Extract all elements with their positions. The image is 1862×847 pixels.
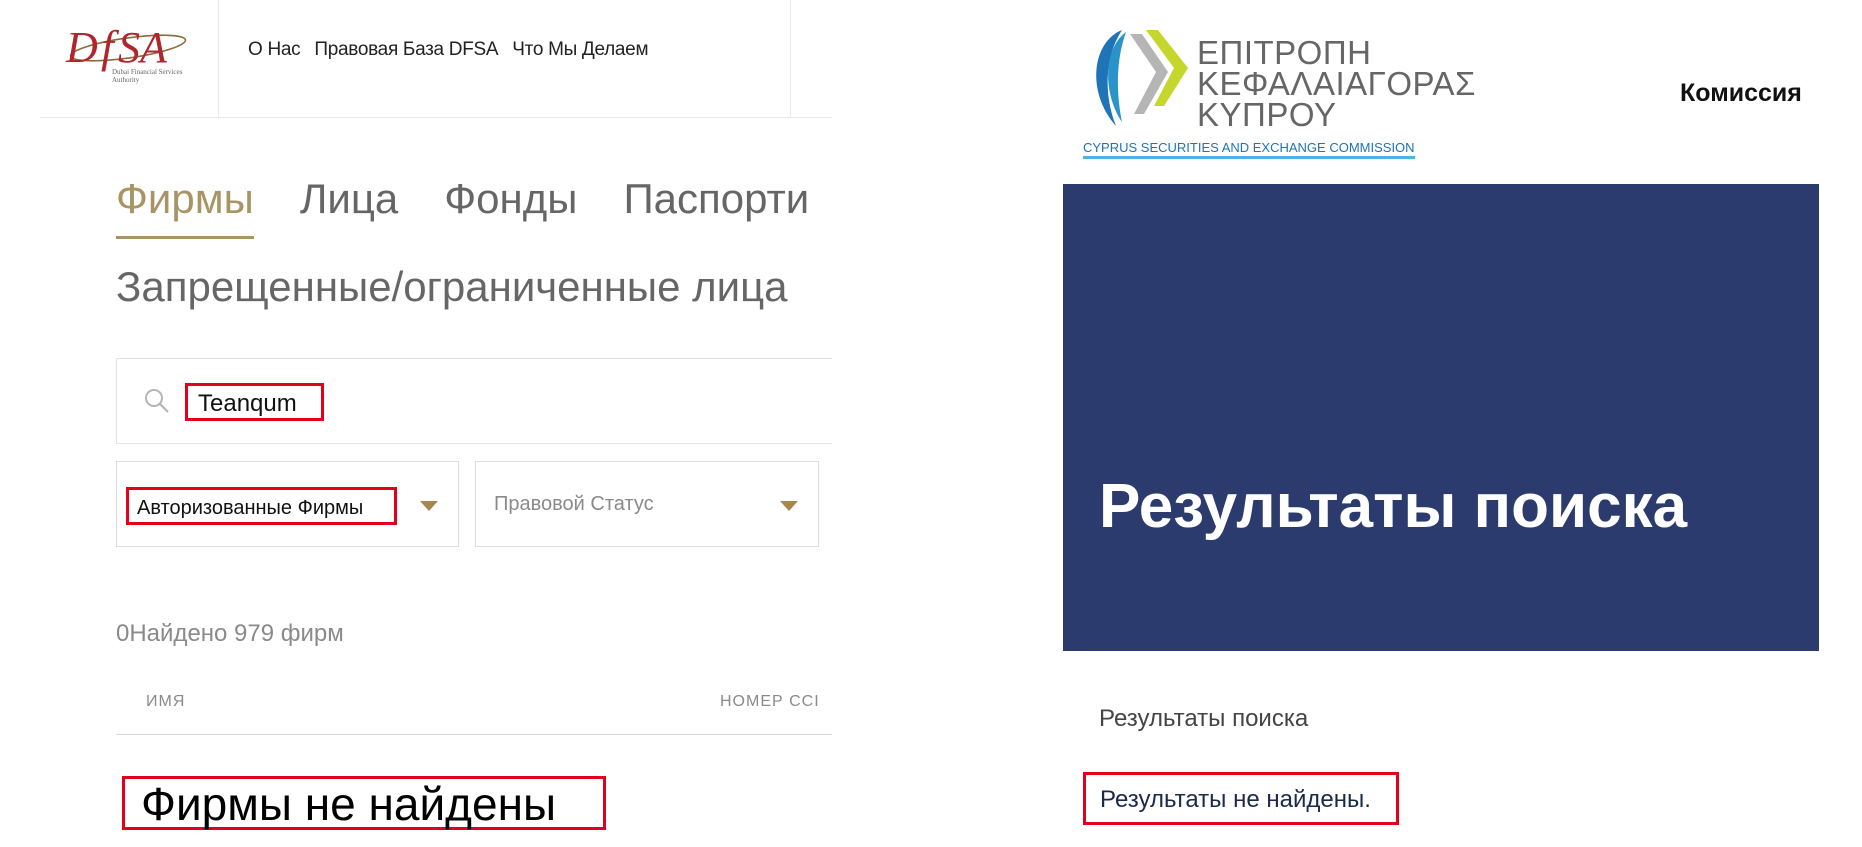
svg-text:D: D xyxy=(65,23,98,72)
dfsa-logo[interactable]: D f SA Dubai Financial Services Authorit… xyxy=(40,0,219,117)
chevron-down-icon xyxy=(780,501,798,511)
tab-firms[interactable]: Фирмы xyxy=(116,175,254,239)
results-count: 0Найдено 979 фирм xyxy=(116,620,344,647)
logo-greek-line-3: ΚΥΠΡΟΥ xyxy=(1197,96,1337,133)
dfsa-nav: О Нас Правовая База DFSA Что Мы Делаем xyxy=(248,39,649,61)
dfsa-header: D f SA Dubai Financial Services Authorit… xyxy=(40,0,832,118)
table-header: ИМЯ НОМЕР ССІ xyxy=(116,688,832,735)
column-name[interactable]: ИМЯ xyxy=(146,693,185,711)
nav-item-about[interactable]: О Нас xyxy=(248,39,301,61)
legal-status-select[interactable]: Правовой Статус xyxy=(475,461,819,547)
dfsa-panel: D f SA Dubai Financial Services Authorit… xyxy=(0,0,832,847)
register-tabs: Фирмы Лица Фонды Паспорти xyxy=(116,175,809,239)
tab-individuals[interactable]: Лица xyxy=(300,175,398,223)
firm-type-value: Авторизованные Фирмы xyxy=(126,487,397,525)
header-divider xyxy=(790,0,791,117)
cysec-panel: ΕΠΙΤΡΟΠΗ ΚΕΦΑΛΑΙΑΓΟΡΑΣ ΚΥΠΡΟΥ CYPRUS SEC… xyxy=(1062,0,1862,847)
tab-funds[interactable]: Фонды xyxy=(444,175,577,223)
nav-item-what-we-do[interactable]: Что Мы Делаем xyxy=(512,39,648,61)
svg-text:SA: SA xyxy=(118,23,168,72)
column-number[interactable]: НОМЕР ССІ xyxy=(720,693,820,711)
search-icon xyxy=(145,389,169,413)
page-title: Результаты поиска xyxy=(1099,472,1688,541)
firm-type-select[interactable]: Авторизованные Фирмы xyxy=(116,461,459,547)
breadcrumb: Результаты поиска xyxy=(1099,705,1309,732)
search-box[interactable]: Teanqum xyxy=(116,358,832,444)
dfsa-logo-subtitle: Dubai Financial Services Authority xyxy=(112,68,183,84)
legal-status-placeholder: Правовой Статус xyxy=(494,493,654,515)
cysec-logo-mark[interactable] xyxy=(1082,22,1192,130)
search-input[interactable]: Teanqum xyxy=(185,383,324,421)
nav-item-commission[interactable]: Комиссия xyxy=(1680,79,1802,108)
hero-banner: Результаты поиска xyxy=(1063,184,1819,651)
empty-results-message: Фирмы не найдены xyxy=(122,776,606,830)
tab-restricted-persons[interactable]: Запрещенные/ограниченные лица xyxy=(116,263,788,311)
chevron-down-icon xyxy=(420,501,438,511)
nav-item-legal-framework[interactable]: Правовая База DFSA xyxy=(314,39,498,61)
tab-passports[interactable]: Паспорти xyxy=(623,175,809,223)
empty-results-message: Результаты не найдены. xyxy=(1083,772,1399,825)
logo-english-name: CYPRUS SECURITIES AND EXCHANGE COMMISSIO… xyxy=(1083,140,1415,159)
